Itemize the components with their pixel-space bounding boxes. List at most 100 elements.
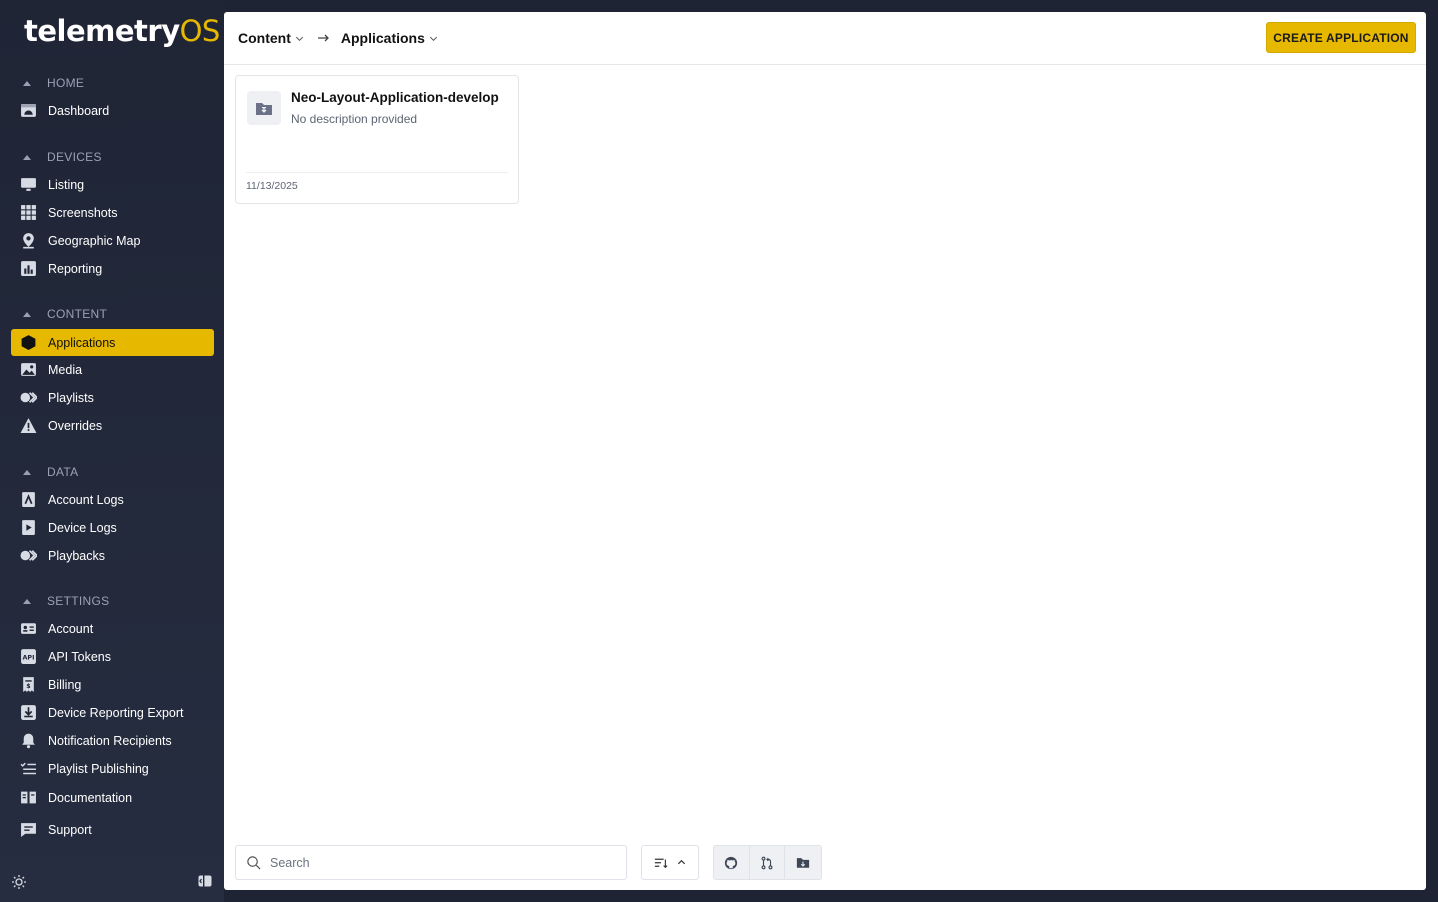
section-label: SETTINGS	[47, 594, 110, 608]
folder-upload-icon	[797, 858, 810, 868]
sidebar-item-api-tokens[interactable]: API API Tokens	[11, 643, 214, 670]
sidebar-item-label: Reporting	[48, 261, 103, 276]
breadcrumb-applications[interactable]: Applications	[341, 30, 438, 46]
breadcrumb: Content Applications	[238, 30, 438, 46]
breadcrumb-content[interactable]: Content	[238, 30, 304, 46]
git-pull-icon	[761, 856, 773, 869]
bell-icon	[19, 732, 37, 750]
section-label: CONTENT	[47, 307, 108, 321]
warning-icon	[19, 417, 37, 435]
logo[interactable]: telemetryOS	[24, 14, 220, 50]
collapse-icon	[23, 598, 31, 604]
api-icon: API	[19, 648, 37, 666]
svg-text:$: $	[26, 682, 30, 690]
sidebar-item-label: Notification Recipients	[48, 733, 172, 748]
sidebar-item-overrides[interactable]: Overrides	[11, 412, 214, 439]
section-settings[interactable]: SETTINGS	[20, 592, 109, 610]
chat-icon	[19, 821, 37, 839]
sidebar-item-label: Media	[48, 362, 83, 377]
arrow-right-icon	[317, 34, 329, 42]
sidebar-item-label: Documentation	[48, 790, 133, 805]
app-folder-icon	[247, 91, 281, 125]
image-icon	[19, 361, 37, 379]
sidebar-item-label: Playbacks	[48, 548, 105, 563]
sidebar-item-device-reporting-export[interactable]: Device Reporting Export	[11, 699, 214, 726]
device-log-icon	[19, 519, 37, 537]
receipt-icon: $	[19, 676, 37, 694]
bar-chart-icon	[19, 260, 37, 278]
breadcrumb-label: Applications	[340, 30, 425, 46]
sidebar: telemetryOS HOME Dashboard DEVICES Listi…	[0, 0, 224, 902]
book-icon	[19, 789, 37, 807]
sidebar-item-account-logs[interactable]: Account Logs	[11, 486, 214, 513]
sort-icon	[654, 858, 668, 868]
sidebar-item-label: Screenshots	[48, 205, 118, 220]
section-home[interactable]: HOME	[20, 74, 84, 92]
collapse-sidebar-icon[interactable]	[198, 874, 212, 888]
filter-folder-upload-button[interactable]	[785, 846, 821, 879]
playback-icon	[19, 547, 37, 565]
application-date: 11/13/2025	[246, 180, 298, 192]
divider	[246, 172, 508, 173]
chevron-down-icon	[295, 36, 303, 41]
sidebar-item-support[interactable]: Support	[11, 816, 214, 843]
sidebar-item-listing[interactable]: Listing	[11, 171, 214, 198]
github-icon	[725, 856, 738, 869]
monitor-icon	[19, 176, 37, 194]
sidebar-item-label: Overrides	[48, 418, 103, 433]
sidebar-item-label: Listing	[48, 177, 85, 192]
dashboard-icon	[19, 102, 37, 120]
sort-button[interactable]	[641, 845, 699, 880]
sidebar-item-notification-recipients[interactable]: Notification Recipients	[11, 727, 214, 754]
sidebar-item-label: Applications	[48, 335, 116, 350]
application-card[interactable]: Neo-Layout-Application-develop No descri…	[235, 75, 519, 204]
filter-git-pull-button[interactable]	[750, 846, 786, 879]
sidebar-item-device-logs[interactable]: Device Logs	[11, 514, 214, 541]
sidebar-item-label: Billing	[48, 677, 82, 692]
section-label: DATA	[47, 465, 79, 479]
sidebar-item-reporting[interactable]: Reporting	[11, 255, 214, 282]
cube-icon	[19, 334, 37, 352]
search-box	[235, 845, 627, 880]
source-filter-group	[713, 845, 822, 880]
sidebar-item-label: Playlist Publishing	[48, 761, 149, 776]
sidebar-item-label: Account Logs	[48, 492, 124, 507]
sidebar-item-label: Device Reporting Export	[48, 705, 184, 720]
sidebar-item-label: Account	[48, 621, 94, 636]
section-label: HOME	[47, 76, 85, 90]
application-description: No description provided	[291, 112, 418, 126]
section-content[interactable]: CONTENT	[20, 305, 107, 323]
sidebar-item-playlist-publishing[interactable]: Playlist Publishing	[11, 755, 214, 782]
sidebar-item-label: API Tokens	[48, 649, 112, 664]
sidebar-item-label: Dashboard	[48, 103, 110, 118]
sidebar-item-screenshots[interactable]: Screenshots	[11, 199, 214, 226]
sidebar-item-documentation[interactable]: Documentation	[11, 784, 214, 811]
sidebar-item-playlists[interactable]: Playlists	[11, 384, 214, 411]
sidebar-item-account[interactable]: Account	[11, 615, 214, 642]
chevron-up-icon	[677, 859, 686, 865]
sidebar-item-geographic-map[interactable]: Geographic Map	[11, 227, 214, 254]
grid-icon	[19, 204, 37, 222]
list-check-icon	[19, 760, 37, 778]
theme-toggle-icon[interactable]	[11, 874, 27, 890]
id-card-icon	[19, 620, 37, 638]
section-devices[interactable]: DEVICES	[20, 148, 102, 166]
sidebar-item-playbacks[interactable]: Playbacks	[11, 542, 214, 569]
sidebar-item-media[interactable]: Media	[11, 356, 214, 383]
section-data[interactable]: DATA	[20, 463, 78, 481]
download-icon	[19, 704, 37, 722]
breadcrumb-label: Content	[238, 30, 291, 46]
search-input[interactable]	[270, 855, 600, 870]
header: Content Applications CREATE APPLICATION	[224, 12, 1426, 65]
sidebar-item-applications[interactable]: Applications	[11, 329, 214, 356]
collapse-icon	[23, 311, 31, 317]
filter-github-button[interactable]	[714, 846, 750, 879]
sidebar-item-billing[interactable]: $ Billing	[11, 671, 214, 698]
sidebar-item-dashboard[interactable]: Dashboard	[11, 97, 214, 124]
create-application-button[interactable]: CREATE APPLICATION	[1266, 22, 1416, 53]
application-name: Neo-Layout-Application-develop	[291, 90, 499, 105]
sidebar-item-label: Support	[48, 822, 92, 837]
main-panel: Content Applications CREATE APPLICATION …	[224, 12, 1426, 890]
sidebar-item-label: Geographic Map	[48, 233, 141, 248]
collapse-icon	[23, 80, 31, 86]
